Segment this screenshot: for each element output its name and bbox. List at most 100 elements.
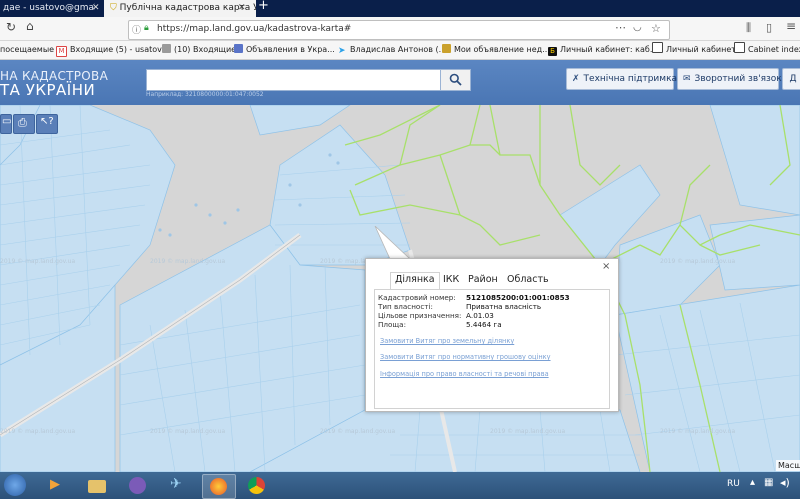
bookmark-item[interactable]: ➤ Владислав Антонов (... xyxy=(338,41,446,59)
help-button[interactable]: Д xyxy=(782,68,800,90)
tab-label: Область xyxy=(507,274,549,285)
field-label: Площа: xyxy=(378,320,406,329)
taskbar-explorer[interactable] xyxy=(84,474,110,497)
svg-text:2019 © map.land.gov.ua: 2019 © map.land.gov.ua xyxy=(150,258,225,265)
tab-gmail[interactable]: дае - usatovo@gmail.co xyxy=(0,0,95,17)
reload-icon[interactable]: ↻ xyxy=(6,20,16,34)
bookmark-item[interactable]: Объявления в Укра... xyxy=(234,41,335,59)
tab-label: ІКК xyxy=(443,274,460,285)
volume-icon[interactable]: ◂) xyxy=(780,476,790,489)
envelope-icon: ✉ xyxy=(683,74,691,84)
cadastral-search-input[interactable] xyxy=(146,69,442,91)
area-value: 5.4464 га xyxy=(466,320,502,329)
tab-label: Район xyxy=(468,274,498,285)
tab-cadastral-map[interactable]: ⛉ Публічна кадастрова карта Ук xyxy=(104,0,256,17)
ownership-type-value: Приватна власність xyxy=(466,302,542,311)
ownership-info-link[interactable]: Інформація про право власності та речові… xyxy=(380,370,549,378)
bookmark-star-icon[interactable]: ☆ xyxy=(651,22,661,35)
close-tab-icon[interactable]: ✕ xyxy=(238,0,246,17)
search-icon xyxy=(449,73,462,86)
viber-icon xyxy=(129,477,146,494)
taskbar-viber[interactable] xyxy=(124,474,150,497)
print-icon: ⎙ xyxy=(18,116,27,129)
network-icon[interactable]: ▦ xyxy=(764,477,773,488)
bookmark-label: Личный кабинет: каб... xyxy=(560,45,658,54)
url-bar[interactable]: ⓘ 🔒︎ https://map.land.gov.ua/kadastrova-… xyxy=(128,20,670,40)
bookmark-item[interactable]: (10) Входящие xyxy=(162,41,236,59)
help-label: Д xyxy=(789,74,797,84)
cursor-help-icon: ↖? xyxy=(40,116,54,127)
field-label: Тип власності: xyxy=(378,302,433,311)
bookmark-label: Объявления в Укра... xyxy=(246,45,335,54)
svg-text:2019 © map.land.gov.ua: 2019 © map.land.gov.ua xyxy=(150,428,225,435)
telegram-icon: ✈ xyxy=(170,476,182,492)
tab-label: Публічна кадастрова карта Ук xyxy=(119,3,256,13)
print-button[interactable]: ⎙ xyxy=(13,114,35,134)
svg-text:2019 © map.land.gov.ua: 2019 © map.land.gov.ua xyxy=(490,428,565,435)
tab-parcel[interactable]: Ділянка xyxy=(390,272,440,289)
bookmark-label: Cabinet index xyxy=(748,45,800,54)
tab-district[interactable]: Район xyxy=(468,274,498,285)
pocket-icon[interactable]: ◡ xyxy=(633,22,642,33)
help-pointer-button[interactable]: ↖? xyxy=(36,114,58,134)
info-icon[interactable]: ⓘ xyxy=(132,23,141,36)
start-button[interactable] xyxy=(4,474,26,496)
feedback-button[interactable]: ✉ Зворотний зв'язок xyxy=(677,68,782,90)
url-text: https://map.land.gov.ua/kadastrova-karta… xyxy=(157,24,352,34)
taskbar-chrome[interactable] xyxy=(244,474,270,497)
feedback-label: Зворотний зв'язок xyxy=(694,74,782,84)
tab-label: Ділянка xyxy=(395,274,435,285)
page-icon xyxy=(652,42,663,53)
purpose-value: А.01.03 xyxy=(466,311,494,320)
home-icon[interactable]: ⌂ xyxy=(26,19,34,33)
map-tool-button[interactable]: ▭ xyxy=(0,114,12,134)
tab-ikk[interactable]: ІКК xyxy=(443,274,459,285)
bookmark-label: Мои объявление нед... xyxy=(454,45,550,54)
map-scale: Масш xyxy=(776,460,800,471)
windows-taskbar xyxy=(0,472,800,499)
taskbar-firefox[interactable] xyxy=(202,474,236,499)
new-tab-icon[interactable]: + xyxy=(258,0,269,13)
library-icon[interactable]: ⫼ xyxy=(746,21,751,35)
firefox-icon xyxy=(210,478,227,495)
bookmark-item[interactable]: Личный кабинет xyxy=(652,41,736,59)
order-parcel-extract-link[interactable]: Замовити Витяг про земельну ділянку xyxy=(380,337,514,345)
svg-text:2019 © map.land.gov.ua: 2019 © map.land.gov.ua xyxy=(320,428,395,435)
lock-icon: 🔒︎ xyxy=(144,23,149,33)
folder-icon xyxy=(88,480,106,493)
svg-text:2019 © map.land.gov.ua: 2019 © map.land.gov.ua xyxy=(0,428,75,435)
taskbar-telegram[interactable]: ✈ xyxy=(164,474,190,497)
media-player-icon: ▶ xyxy=(50,477,60,492)
sidebar-icon[interactable]: ▯ xyxy=(766,21,772,34)
bookmark-item[interactable]: Б Личный кабинет: каб... xyxy=(548,41,657,59)
bookmark-item[interactable]: Cabinet index xyxy=(734,41,800,59)
b-icon: Б xyxy=(548,47,557,56)
twitter-icon: ➤ xyxy=(338,46,346,56)
bookmark-label: посещаемые xyxy=(0,45,55,54)
bookmark-label: Владислав Антонов (... xyxy=(350,45,447,54)
bookmark-label: Личный кабинет xyxy=(666,45,736,54)
folder-icon xyxy=(162,44,171,53)
order-valuation-extract-link[interactable]: Замовити Витяг про нормативну грошову оц… xyxy=(380,353,551,361)
tech-support-button[interactable]: ✗ Технічна підтримка xyxy=(566,68,677,90)
tab-region[interactable]: Область xyxy=(507,274,549,285)
page-actions-icon[interactable]: ⋯ xyxy=(615,21,626,34)
close-tab-icon[interactable]: ✕ xyxy=(92,0,100,17)
menu-icon[interactable]: ≡ xyxy=(786,19,796,33)
svg-text:2019 © map.land.gov.ua: 2019 © map.land.gov.ua xyxy=(660,258,735,265)
browser-tab-bar: дае - usatovo@gmail.co ✕ ⛉ Публічна када… xyxy=(0,0,800,17)
tray-expand-icon[interactable]: ▴ xyxy=(750,477,755,488)
bookmark-item[interactable]: посещаемые xyxy=(0,41,54,59)
cadastral-number-value: 5121085200:01:001:0853 xyxy=(466,293,570,302)
bookmark-item[interactable]: M Входящие (5) - usatov... xyxy=(56,41,169,59)
close-popup-icon[interactable]: × xyxy=(602,261,610,272)
search-button[interactable] xyxy=(440,69,471,91)
ads-icon xyxy=(234,44,243,53)
bookmark-item[interactable]: Мои объявление нед... xyxy=(442,41,550,59)
field-label: Цільове призначення: xyxy=(378,311,462,320)
parcel xyxy=(709,105,800,216)
language-indicator[interactable]: RU xyxy=(727,479,740,489)
page-icon xyxy=(734,42,745,53)
taskbar-media-player[interactable]: ▶ xyxy=(44,474,70,497)
svg-text:2019 © map.land.gov.ua: 2019 © map.land.gov.ua xyxy=(0,258,75,265)
